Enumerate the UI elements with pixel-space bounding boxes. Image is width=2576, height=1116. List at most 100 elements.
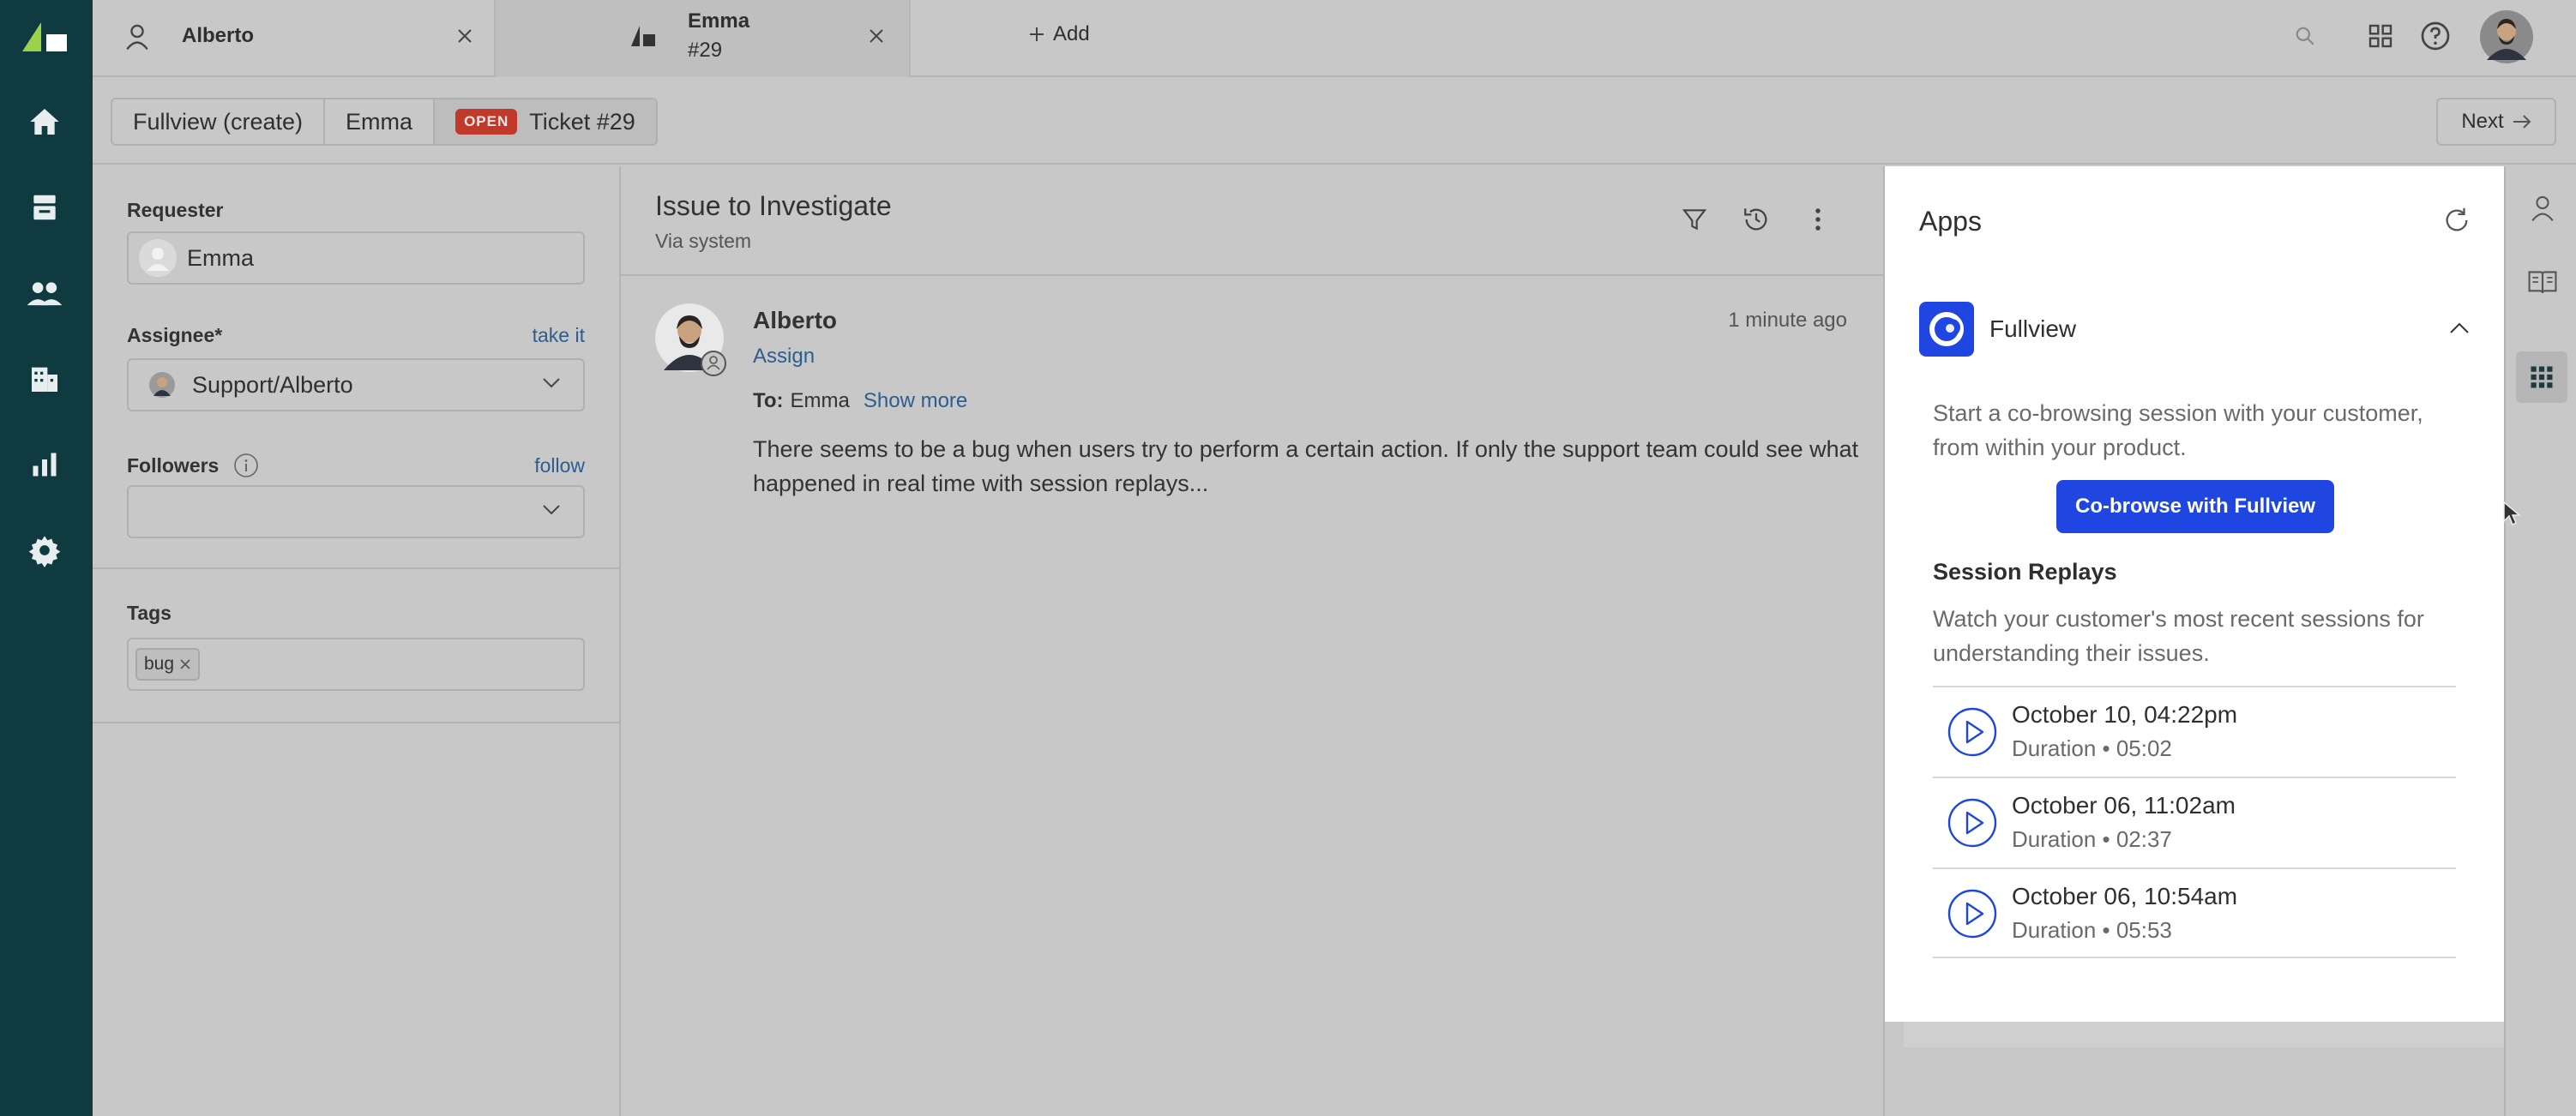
breadcrumb-ticket[interactable]: OPEN Ticket #29 [435, 99, 656, 144]
divider [93, 722, 619, 723]
customers-icon[interactable] [17, 266, 72, 321]
add-tab-label: Add [1053, 22, 1090, 45]
customer-context-icon[interactable] [2521, 187, 2564, 230]
user-avatar[interactable] [2480, 10, 2533, 63]
session-replay-item[interactable]: October 06, 11:02am Duration • 02:37 [1933, 777, 2456, 867]
user-icon [123, 22, 151, 51]
assignee-label: Assignee* [127, 324, 223, 346]
message-author[interactable]: Alberto [753, 307, 837, 334]
session-replays-description: Watch your customer's most recent sessio… [1933, 606, 2424, 666]
replay-date: October 10, 04:22pm [2012, 701, 2238, 728]
tag-chip[interactable]: bug [135, 648, 201, 681]
cobrowse-button[interactable]: Co-browse with Fullview [2056, 480, 2334, 533]
breadcrumb-group: Fullview (create) Emma OPEN Ticket #29 [111, 98, 658, 146]
ticket-properties-panel: Requester Emma Assignee* take it Support… [93, 166, 621, 1116]
followers-label: Followers [127, 454, 220, 477]
divider [93, 567, 619, 569]
session-replay-item[interactable]: October 06, 10:54am Duration • 05:53 [1933, 867, 2456, 958]
tab-alberto[interactable]: Alberto [93, 0, 496, 77]
history-icon[interactable] [1737, 201, 1775, 238]
followers-field[interactable] [127, 485, 585, 538]
to-label: To: [753, 389, 784, 412]
recipients-line: To: Emma Show more [753, 389, 967, 413]
filter-icon[interactable] [1676, 201, 1713, 238]
plus-icon [1029, 27, 1044, 42]
apps-icon[interactable] [2516, 351, 2567, 403]
remove-tag-icon[interactable] [179, 658, 191, 670]
ticket-subject[interactable]: Issue to Investigate [655, 190, 892, 222]
tab-emma[interactable]: Emma #29 [496, 0, 911, 77]
arrow-right-icon [2513, 114, 2531, 129]
close-icon[interactable] [453, 24, 477, 48]
app-name: Fullview [1989, 315, 2077, 342]
breadcrumb-requester[interactable]: Emma [325, 99, 436, 144]
assignee-avatar [149, 372, 175, 398]
more-options-icon[interactable] [1799, 201, 1837, 238]
tags-label: Tags [127, 602, 172, 624]
ticket-tab-bar: Alberto Emma #29 Add [93, 0, 2576, 77]
assignee-field[interactable]: Support/Alberto [127, 358, 585, 411]
play-icon[interactable] [1947, 797, 1998, 849]
conversation-panel: Issue to Investigate Via system Alberto … [621, 166, 1885, 1116]
to-value: Emma [790, 389, 850, 412]
main-nav [0, 0, 93, 1116]
conversation-header: Issue to Investigate Via system [621, 166, 1883, 276]
tags-field[interactable]: bug [127, 638, 585, 691]
follow-link[interactable]: follow [534, 454, 585, 477]
admin-gear-icon[interactable] [17, 523, 72, 578]
ticket-label: Ticket #29 [529, 108, 635, 135]
assign-link[interactable]: Assign [753, 345, 815, 369]
requester-field[interactable]: Emma [127, 231, 585, 285]
tab-ticket-number: #29 [688, 39, 723, 62]
requester-label: Requester [127, 199, 224, 221]
help-icon[interactable] [2417, 17, 2454, 55]
knowledge-icon[interactable] [2521, 261, 2564, 303]
take-it-link[interactable]: take it [533, 324, 585, 347]
fullview-logo-icon [1919, 302, 1974, 357]
tag-label: bug [144, 654, 175, 674]
add-tab-button[interactable]: Add [1029, 0, 1090, 69]
products-grid-icon[interactable] [2362, 17, 2399, 55]
search-icon[interactable] [2286, 17, 2324, 55]
zendesk-ticket-icon [629, 24, 657, 48]
breadcrumb-organization[interactable]: Fullview (create) [112, 99, 326, 144]
mouse-cursor-icon [2502, 501, 2521, 526]
message-timestamp: 1 minute ago [1728, 309, 1847, 332]
apps-panel-shadow [1904, 1022, 2504, 1047]
tab-label: Alberto [182, 24, 254, 47]
status-badge: OPEN [455, 109, 518, 135]
next-label: Next [2461, 110, 2504, 133]
apps-panel: Apps Fullview Start a co-browsing sessio… [1885, 166, 2504, 1022]
close-icon[interactable] [864, 24, 888, 48]
refresh-icon[interactable] [2442, 206, 2471, 235]
play-icon[interactable] [1947, 888, 1998, 939]
assignee-value: Support/Alberto [192, 371, 353, 398]
message-body: There seems to be a bug when users try t… [753, 436, 1859, 496]
replay-date: October 06, 11:02am [2012, 792, 2236, 819]
session-replay-item[interactable]: October 10, 04:22pm Duration • 05:02 [1933, 686, 2456, 777]
reporting-icon[interactable] [17, 437, 72, 492]
tab-label: Emma [688, 9, 750, 33]
home-icon[interactable] [17, 94, 72, 149]
app-intro: Start a co-browsing session with your cu… [1933, 400, 2423, 460]
requester-avatar [139, 239, 177, 277]
requester-value: Emma [187, 244, 255, 271]
chevron-down-icon [542, 377, 561, 389]
author-avatar[interactable] [655, 303, 729, 377]
replay-duration: Duration • 05:02 [2012, 735, 2172, 761]
replay-date: October 06, 10:54am [2012, 883, 2238, 909]
chevron-up-icon[interactable] [2449, 321, 2470, 334]
replay-duration: Duration • 05:53 [2012, 917, 2172, 943]
zendesk-logo-icon[interactable] [21, 19, 70, 53]
show-more-link[interactable]: Show more [864, 389, 967, 413]
next-button[interactable]: Next [2436, 98, 2556, 146]
views-icon[interactable] [17, 180, 72, 235]
play-icon[interactable] [1947, 706, 1998, 758]
chevron-down-icon [542, 504, 561, 516]
context-rail [2504, 166, 2576, 1116]
replay-duration: Duration • 02:37 [2012, 826, 2172, 852]
organizations-icon[interactable] [17, 351, 72, 406]
info-icon[interactable] [233, 453, 259, 478]
ticket-channel: Via system [655, 230, 752, 252]
breadcrumb: Fullview (create) Emma OPEN Ticket #29 N… [93, 79, 2576, 165]
